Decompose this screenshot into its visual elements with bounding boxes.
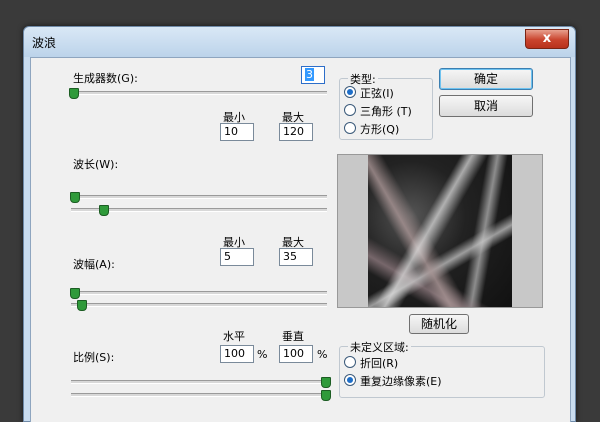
type-option-sine-label: 正弦(I) [360,87,394,100]
generators-label: 生成器数(G): [73,72,138,85]
scale-vertical-slider-thumb[interactable] [321,390,331,401]
wavelength-label: 波长(W): [73,158,119,171]
title-bar[interactable]: 波浪 x [24,27,575,57]
scale-vertical-slider-track [71,393,327,397]
scale-horizontal-slider[interactable] [71,377,331,388]
scale-horizontal-unit: % [257,348,268,361]
generators-slider[interactable] [69,88,327,99]
radio-icon[interactable] [344,104,356,116]
amplitude-max-slider-track [71,303,327,307]
scale-vertical-input[interactable]: 100 [279,345,313,363]
undefined-option-repeat-label: 重复边缘像素(E) [360,375,442,388]
scale-vertical-header: 垂直 [282,330,304,343]
dialog-title: 波浪 [32,36,57,50]
wavelength-min-slider-track [71,195,327,199]
generators-input[interactable]: 3 [301,66,325,84]
amplitude-label: 波幅(A): [73,258,115,271]
wavelength-max-slider-track [71,208,327,212]
radio-selected-icon[interactable] [344,86,356,98]
generators-value: 3 [305,68,314,81]
amplitude-max-slider[interactable] [71,300,327,311]
scale-vertical-unit: % [317,348,328,361]
randomize-button[interactable]: 随机化 [409,314,469,334]
amplitude-min-slider-thumb[interactable] [70,288,80,299]
wave-dialog: 波浪 x 生成器数(G): 3 最小 最大 10 120 波长(W): 最小 最… [23,26,576,422]
type-option-square[interactable]: 方形(Q) [344,121,399,137]
undefined-option-wrap[interactable]: 折回(R) [344,355,398,371]
ok-button[interactable]: 确定 [439,68,533,90]
type-option-triangle-label: 三角形 (T) [360,105,412,118]
scale-horizontal-input[interactable]: 100 [220,345,254,363]
wave-preview [337,154,543,308]
type-option-triangle[interactable]: 三角形 (T) [344,103,412,119]
undefined-areas-title: 未定义区域: [348,339,411,355]
amplitude-max-slider-thumb[interactable] [77,300,87,311]
scale-horizontal-header: 水平 [223,330,245,343]
radio-selected-icon[interactable] [344,374,356,386]
wavelength-min-slider-thumb[interactable] [70,192,80,203]
wavelength-min-slider[interactable] [70,192,327,203]
generators-slider-track [71,91,327,95]
type-option-sine[interactable]: 正弦(I) [344,85,394,101]
wavelength-min-input[interactable]: 10 [220,123,254,141]
close-button[interactable]: x [525,29,569,49]
amplitude-max-input[interactable]: 35 [279,248,313,266]
radio-icon[interactable] [344,356,356,368]
radio-icon[interactable] [344,122,356,134]
scale-horizontal-slider-thumb[interactable] [321,377,331,388]
amplitude-min-slider[interactable] [70,288,327,299]
generators-slider-thumb[interactable] [69,88,79,99]
cancel-button[interactable]: 取消 [439,95,533,117]
undefined-option-wrap-label: 折回(R) [360,357,399,370]
wavelength-max-input[interactable]: 120 [279,123,313,141]
scale-vertical-slider[interactable] [71,390,331,401]
amplitude-min-slider-track [71,291,327,295]
wave-preview-image [368,155,512,307]
type-group: 类型: 正弦(I) 三角形 (T) 方形(Q) [339,71,433,140]
undefined-areas-group: 未定义区域: 折回(R) 重复边缘像素(E) [339,339,545,398]
amplitude-min-input[interactable]: 5 [220,248,254,266]
scale-label: 比例(S): [73,351,115,364]
undefined-option-repeat[interactable]: 重复边缘像素(E) [344,373,442,389]
wavelength-max-slider[interactable] [71,205,327,216]
dialog-body: 生成器数(G): 3 最小 最大 10 120 波长(W): 最小 最大 5 3… [30,57,571,422]
type-option-square-label: 方形(Q) [360,123,400,136]
wavelength-max-slider-thumb[interactable] [99,205,109,216]
scale-horizontal-slider-track [71,380,327,384]
